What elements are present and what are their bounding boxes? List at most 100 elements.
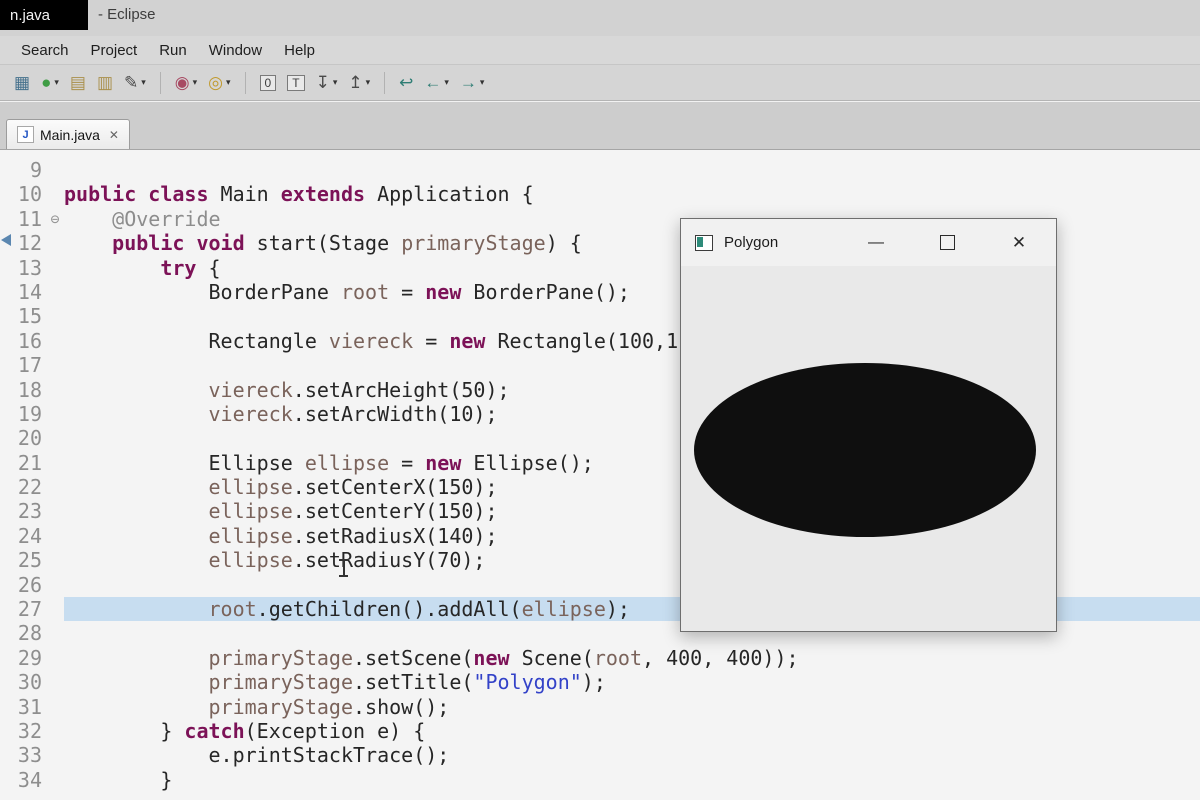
code-text: primaryStage.show(); [208, 694, 450, 719]
box-0-button[interactable]: 0 [256, 73, 281, 93]
menu-project[interactable]: Project [80, 39, 149, 62]
code-line[interactable]: 30 primaryStage.setTitle("Polygon"); [0, 670, 1200, 694]
debug-button[interactable]: ◉ ▾ [171, 72, 201, 93]
menu-bar: Search Project Run Window Help [0, 36, 1200, 64]
tab-bar: J Main.java ✕ [0, 102, 1200, 150]
save-button[interactable]: ▤ [66, 72, 90, 93]
code-line[interactable]: 31 primaryStage.show(); [0, 695, 1200, 719]
line-number: 34 [17, 767, 42, 792]
box-t-button[interactable]: T [283, 73, 308, 93]
globe-button[interactable]: ● ▾ [37, 72, 63, 93]
line-number: 15 [17, 304, 42, 329]
toolbar-separator [244, 71, 246, 94]
code-line[interactable]: 9 [0, 158, 1200, 182]
forward-button[interactable]: → ▾ [456, 72, 489, 93]
code-text: } [64, 767, 173, 792]
fold-column [46, 353, 64, 377]
menu-run[interactable]: Run [148, 39, 198, 62]
back-button[interactable]: ← ▾ [420, 72, 453, 93]
code-line[interactable]: 10 public class Main extends Application … [0, 182, 1200, 206]
fold-column [46, 670, 64, 694]
line-number: 23 [17, 499, 42, 524]
polygon-window[interactable]: Polygon — ✕ [680, 218, 1057, 632]
dropdown-arrow-icon[interactable]: ▾ [480, 77, 485, 88]
fold-column [46, 304, 64, 328]
dropdown-arrow-icon[interactable]: ▾ [333, 77, 338, 88]
prev-annotation-icon: ↥ [348, 73, 363, 92]
fold-column [46, 182, 64, 206]
close-button[interactable]: ✕ [996, 219, 1042, 266]
fold-column [46, 451, 64, 475]
line-number: 18 [17, 377, 42, 402]
code-line[interactable]: 34 } [0, 768, 1200, 792]
fold-column [46, 499, 64, 523]
run-button[interactable]: ◎ ▾ [204, 72, 234, 93]
fold-column [46, 719, 64, 743]
java-file-icon: J [17, 126, 34, 143]
dropdown-arrow-icon[interactable]: ▾ [226, 77, 231, 88]
polygon-window-canvas [681, 266, 1056, 631]
polygon-window-titlebar[interactable]: Polygon — ✕ [681, 219, 1056, 266]
pencil-button[interactable]: ✎ ▾ [120, 72, 150, 93]
line-number: 31 [17, 694, 42, 719]
package-button[interactable]: ▥ [93, 72, 117, 93]
fold-column [46, 743, 64, 767]
line-number: 25 [17, 548, 42, 573]
line-number: 11 [17, 206, 42, 231]
next-annotation-button[interactable]: ↧ ▾ [312, 72, 342, 93]
code-line[interactable]: 29 primaryStage.setScene(new Scene(root,… [0, 646, 1200, 670]
fold-column [46, 597, 64, 621]
line-number: 13 [17, 255, 42, 280]
save-icon: ▤ [69, 73, 86, 92]
new-wizard-button[interactable]: ▦ [10, 72, 34, 93]
toolbar-separator [384, 71, 386, 94]
dropdown-arrow-icon[interactable]: ▾ [54, 77, 59, 88]
fold-column [46, 231, 64, 255]
polygon-window-title: Polygon [724, 234, 779, 251]
line-number: 26 [17, 572, 42, 597]
fold-column [46, 329, 64, 353]
fold-column [46, 158, 64, 182]
fold-column [46, 768, 64, 792]
title-bar: n.java - Eclipse [0, 0, 1200, 37]
line-number: 17 [17, 353, 42, 378]
tab-main-java[interactable]: J Main.java ✕ [6, 119, 130, 149]
box-0-icon: 0 [259, 74, 277, 91]
menu-help[interactable]: Help [273, 39, 326, 62]
menu-window[interactable]: Window [198, 39, 273, 62]
dropdown-arrow-icon[interactable]: ▾ [193, 77, 198, 88]
last-edit-location-button[interactable]: ↩ [395, 72, 417, 93]
minimize-button[interactable]: — [853, 219, 899, 266]
code-line[interactable]: 32 } catch(Exception e) { [0, 719, 1200, 743]
prev-annotation-button[interactable]: ↥ ▾ [344, 72, 374, 93]
package-icon: ▥ [96, 73, 113, 92]
line-number: 33 [17, 743, 42, 768]
code-line[interactable]: 33 e.printStackTrace(); [0, 743, 1200, 767]
fold-column [46, 646, 64, 670]
line-number: 30 [17, 670, 42, 695]
code-text: primaryStage.setScene(new Scene(root, 40… [208, 645, 799, 670]
menu-search[interactable]: Search [10, 39, 80, 62]
line-number: 27 [17, 597, 42, 622]
code-text: public class Main extends Application { [64, 182, 534, 207]
line-number: 28 [17, 621, 42, 646]
maximize-icon [939, 235, 955, 250]
toolbar-separator [159, 71, 161, 94]
tab-label: Main.java [40, 126, 100, 143]
dropdown-arrow-icon[interactable]: ▾ [141, 77, 146, 88]
line-number: 24 [17, 523, 42, 548]
dropdown-arrow-icon[interactable]: ▾ [444, 77, 449, 88]
tab-close-icon[interactable]: ✕ [109, 128, 119, 142]
fold-marker-icon[interactable]: ⊖ [46, 207, 64, 231]
maximize-button[interactable] [924, 219, 970, 266]
fold-column [46, 475, 64, 499]
eclipse-window: n.java - Eclipse Search Project Run Window H… [0, 0, 1200, 800]
dropdown-arrow-icon[interactable]: ▾ [366, 77, 371, 88]
window-title-fragment: n.java [0, 0, 88, 30]
text-cursor-icon [338, 558, 349, 577]
line-number: 19 [17, 401, 42, 426]
run-icon: ◎ [208, 73, 223, 92]
debug-icon: ◉ [174, 73, 190, 92]
globe-icon: ● [41, 73, 52, 92]
